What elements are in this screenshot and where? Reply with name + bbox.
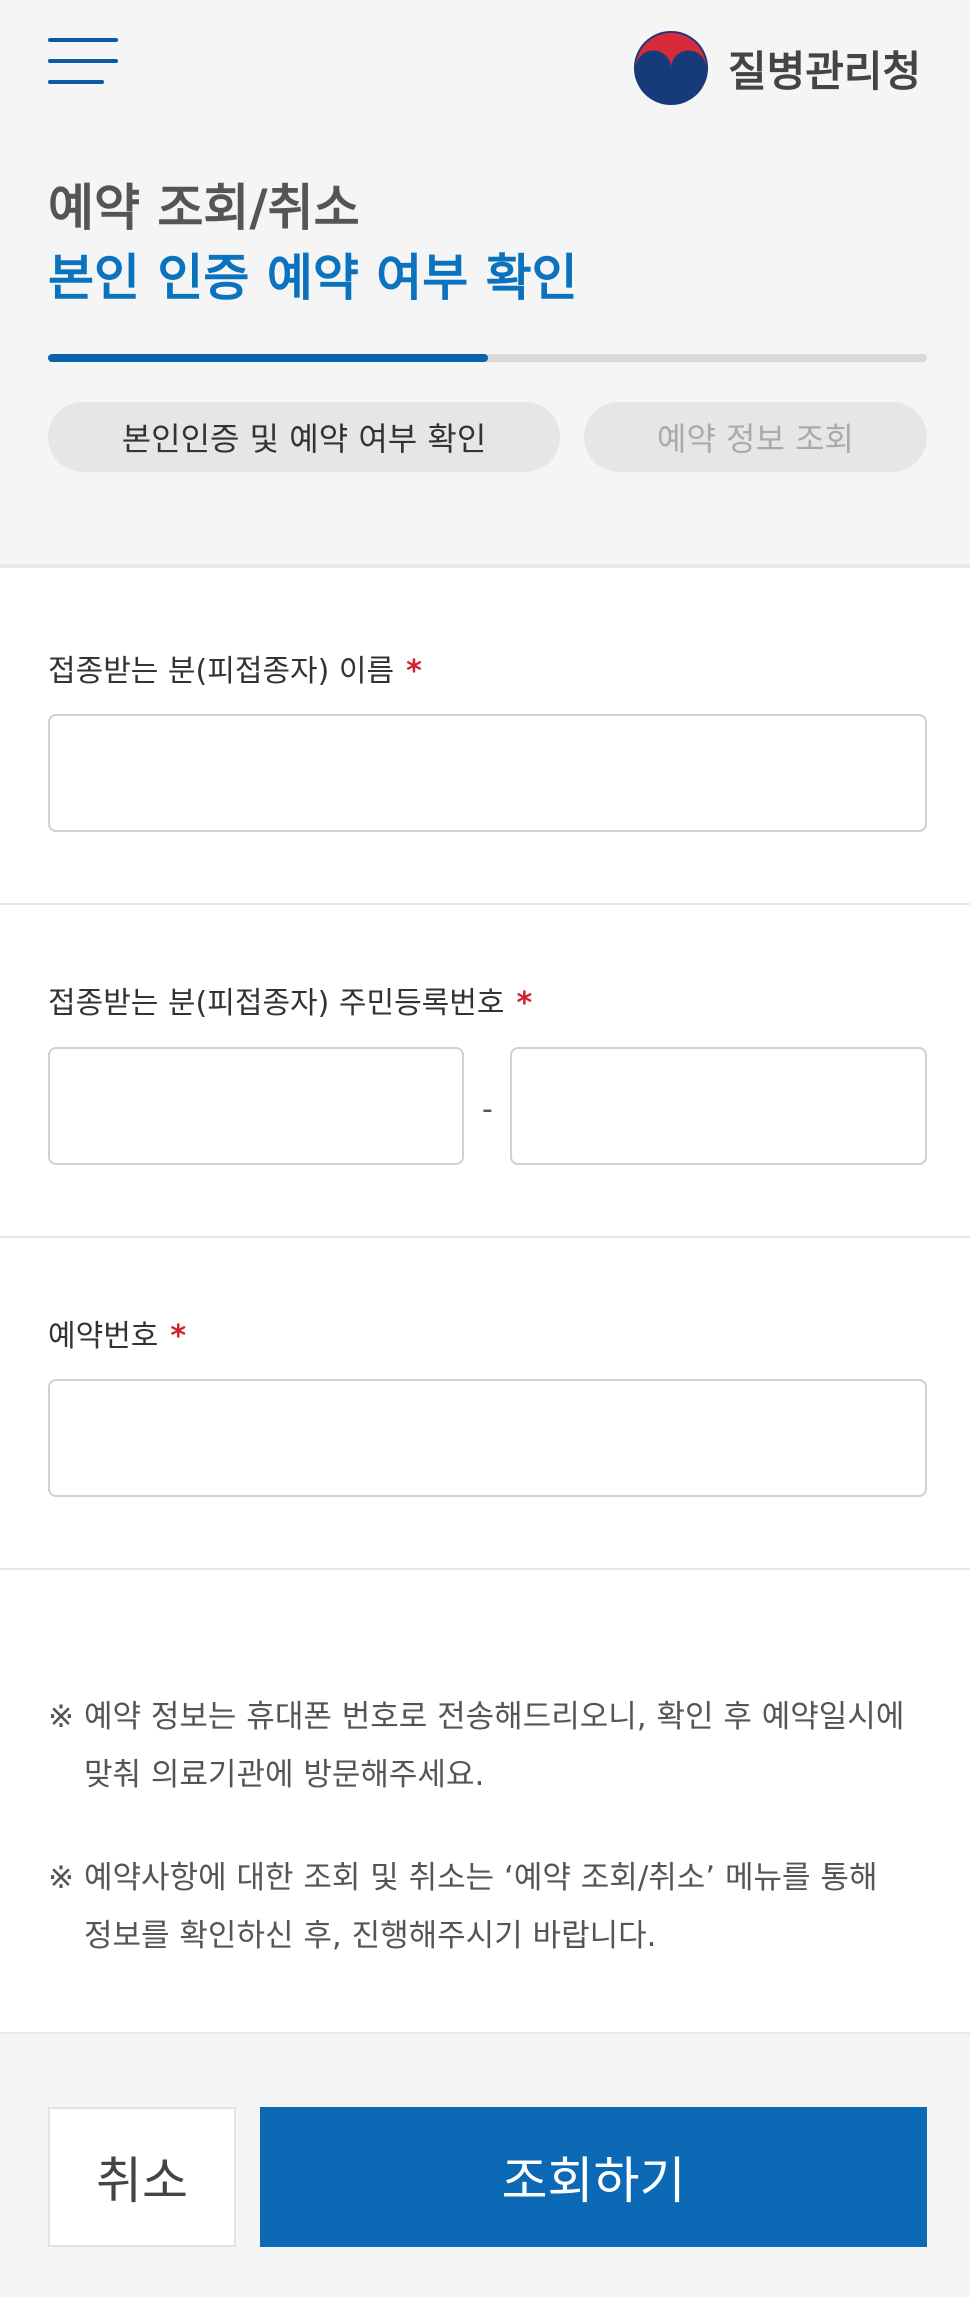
name-input[interactable] [48, 714, 927, 832]
agency-name: 질병관리청 [728, 46, 922, 96]
rrn-field-label: 접종받는 분(피접종자) 주민등록번호 * [48, 978, 532, 1022]
notice-mark: ※ [48, 1699, 74, 1735]
step-progress-bar [48, 354, 927, 362]
hamburger-menu-icon[interactable] [48, 38, 118, 86]
page-title: 예약 조회/취소 [48, 179, 360, 237]
agency-logo[interactable]: 질병관리청 [632, 28, 921, 108]
notice-text-1: ※ 예약 정보는 휴대폰 번호로 전송해드리오니, 확인 후 예약일시에 맞춰 의… [48, 1688, 928, 1804]
required-mark: * [170, 1319, 187, 1354]
field-divider [0, 903, 970, 905]
required-mark: * [516, 986, 533, 1021]
field-divider [0, 1236, 970, 1238]
reservation-number-input[interactable] [48, 1379, 927, 1497]
korea-taegeuk-emblem-icon [633, 30, 709, 106]
rrn-separator: - [482, 1092, 493, 1127]
notice-line: 예약사항에 대한 조회 및 취소는 ‘예약 조회/취소’ 메뉴를 통해 [84, 1860, 878, 1896]
name-label-text: 접종받는 분(피접종자) 이름 [48, 654, 395, 689]
notice-line: 예약 정보는 휴대폰 번호로 전송해드리오니, 확인 후 예약일시에 [84, 1699, 905, 1735]
field-divider [0, 1568, 970, 1570]
rrn-back-input[interactable] [510, 1047, 927, 1165]
step-progress-fill [48, 354, 488, 362]
required-mark: * [406, 654, 422, 689]
reservation-field-label: 예약번호 * [48, 1311, 186, 1355]
step-identity-check: 본인인증 및 예약 여부 확인 [48, 402, 560, 472]
notice-mark: ※ [48, 1860, 74, 1896]
notice-line: 정보를 확인하신 후, 진행해주시기 바랍니다. [84, 1918, 657, 1954]
name-field-label: 접종받는 분(피접종자) 이름 * [48, 646, 422, 690]
section-divider [0, 564, 970, 568]
rrn-front-input[interactable] [48, 1047, 464, 1165]
rrn-label-text: 접종받는 분(피접종자) 주민등록번호 [48, 986, 505, 1021]
notice-line: 맞춰 의료기관에 방문해주세요. [84, 1757, 485, 1793]
step-reservation-info: 예약 정보 조회 [584, 402, 927, 472]
page-subtitle: 본인 인증 예약 여부 확인 [48, 249, 578, 307]
reservation-label-text: 예약번호 [48, 1319, 159, 1354]
cancel-button[interactable]: 취소 [48, 2107, 236, 2247]
notice-text-2: ※ 예약사항에 대한 조회 및 취소는 ‘예약 조회/취소’ 메뉴를 통해 정보를… [48, 1849, 928, 1965]
search-submit-button[interactable]: 조회하기 [260, 2107, 927, 2247]
